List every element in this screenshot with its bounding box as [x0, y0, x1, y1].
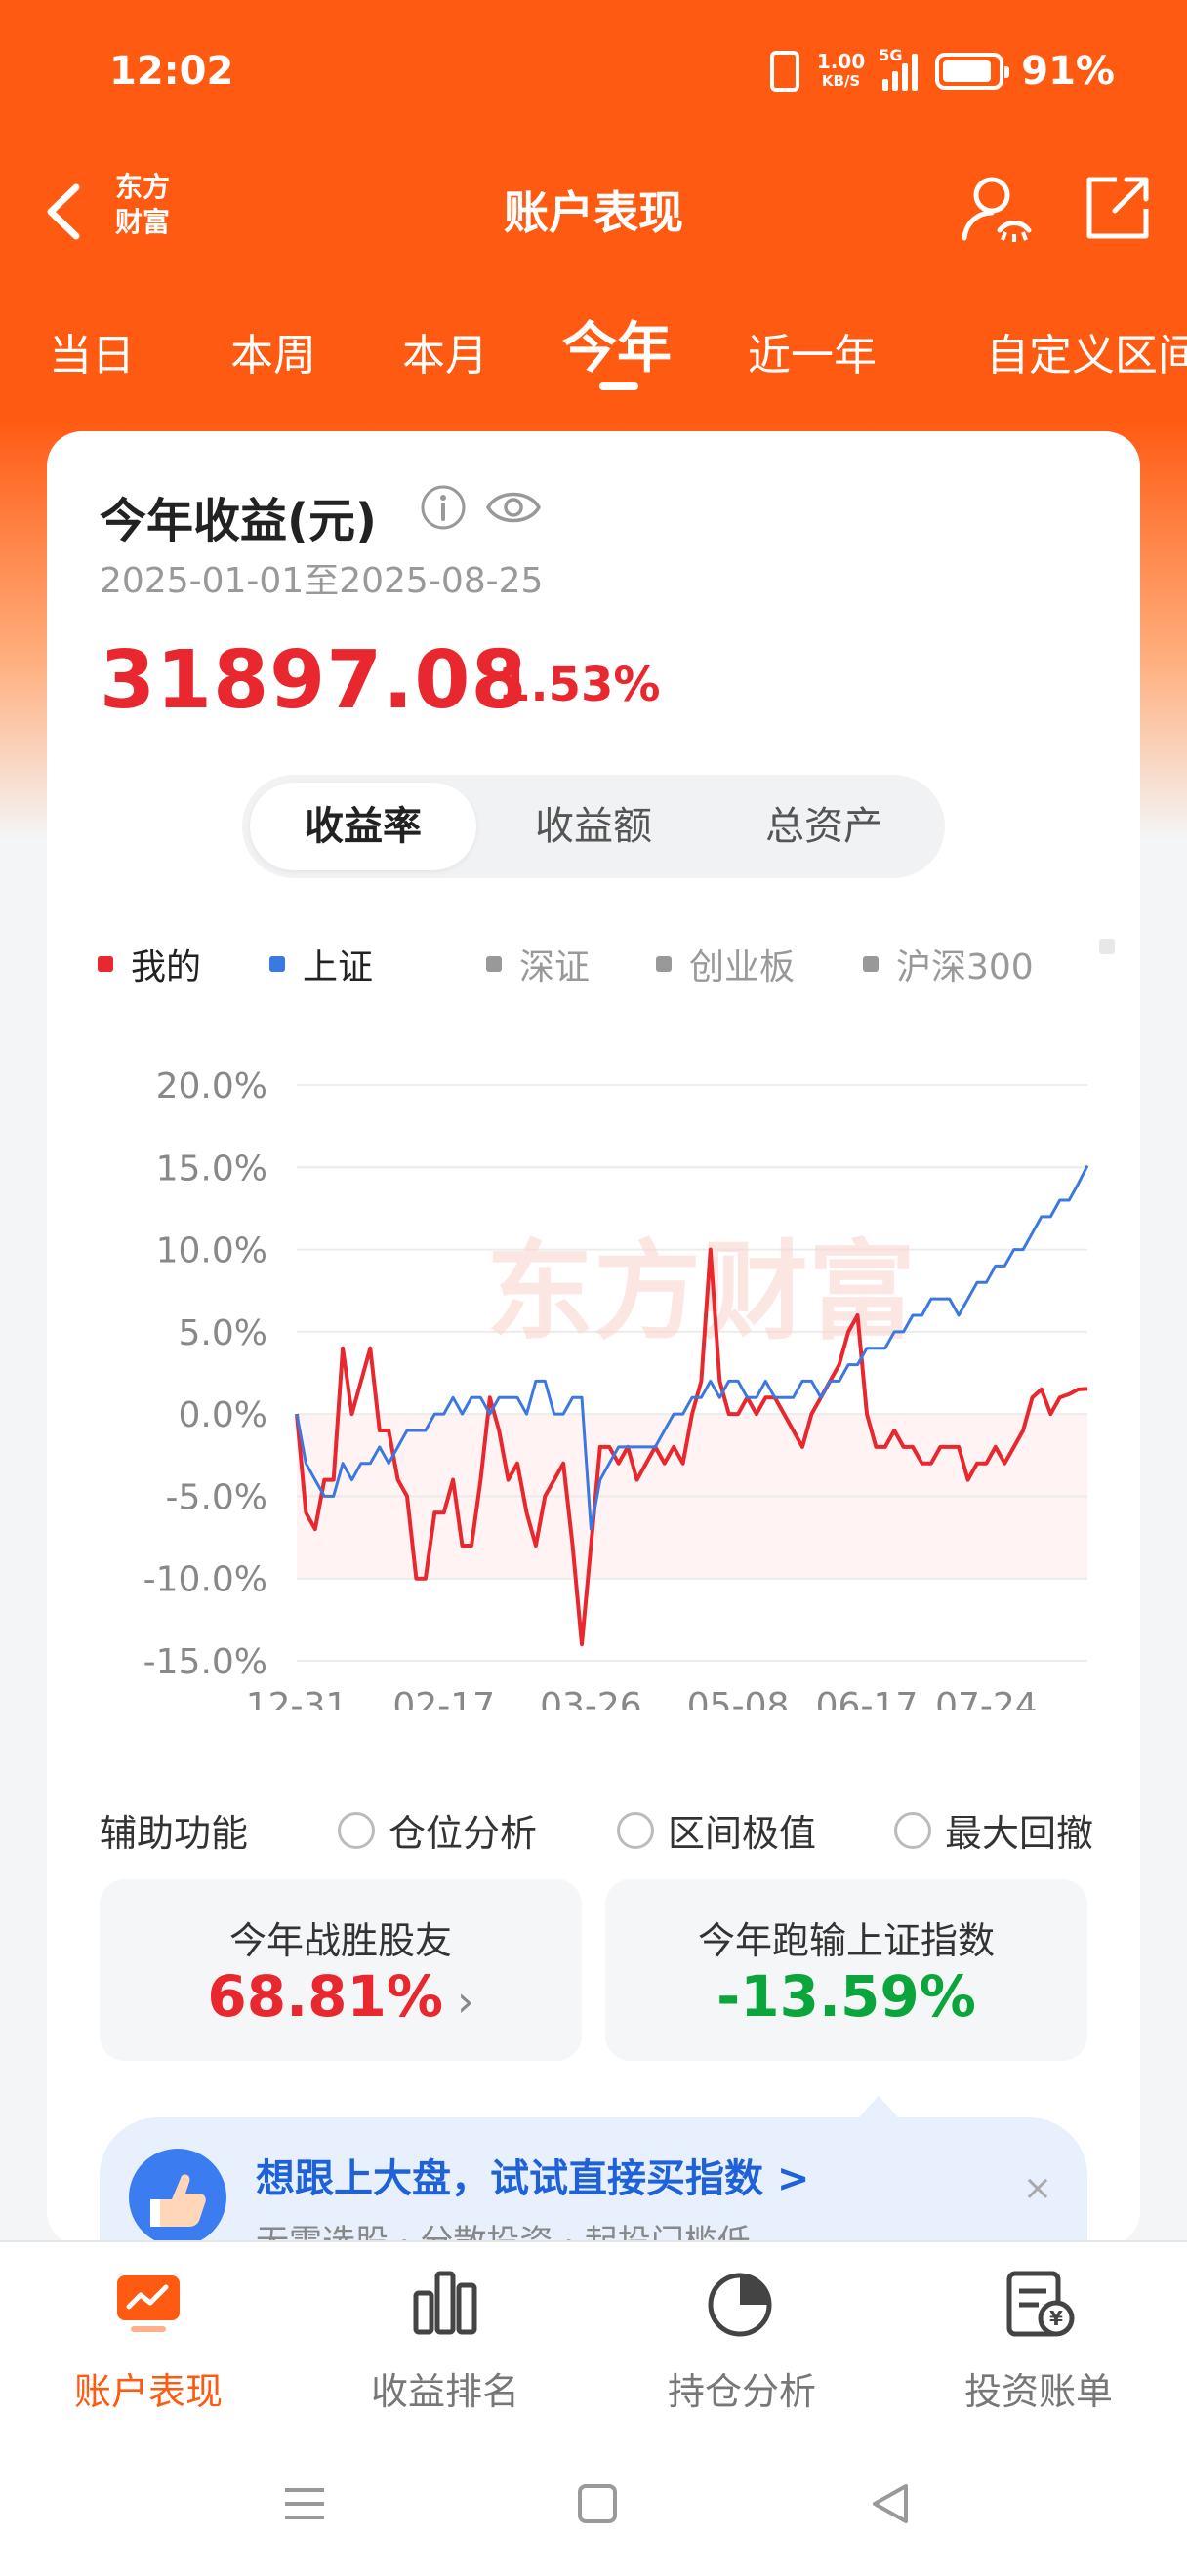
y-tick-label: -10.0% — [143, 1560, 267, 1600]
tab-custom-range[interactable]: 自定义区间 — [986, 320, 1187, 382]
y-tick-label: -15.0% — [143, 1642, 267, 1682]
back-icon[interactable] — [861, 2475, 920, 2533]
profit-amount: 31897.08 — [100, 634, 528, 727]
battery-percent: 91% — [1021, 49, 1115, 94]
legend-swatch-shenzhen — [486, 956, 502, 972]
system-nav-bar — [0, 2435, 1187, 2576]
nav-account-performance[interactable]: 账户表现 — [0, 2264, 297, 2415]
performance-chart-icon — [117, 2275, 180, 2332]
date-range: 2025-01-01至2025-08-25 — [100, 561, 544, 601]
status-time: 12:02 — [109, 49, 234, 94]
tab-this-year[interactable]: 今年 — [562, 304, 672, 383]
metric-segmented-control: 收益率 收益额 总资产 — [242, 775, 945, 878]
option-max-drawdown[interactable]: 最大回撤 — [894, 1803, 1093, 1857]
x-tick-label: 12-31 — [246, 1686, 348, 1710]
legend-more[interactable] — [1099, 939, 1132, 954]
network-speed: 1.00 KB/S — [817, 52, 865, 91]
pie-chart-icon — [708, 2273, 772, 2337]
legend-swatch-csi300 — [863, 956, 879, 972]
active-tab-indicator — [599, 382, 638, 390]
legend-swatch-more — [1099, 939, 1115, 954]
performance-card: 今年收益(元) 2025-01-01至2025-08-25 31897.08 1… — [47, 431, 1140, 2246]
legend-shenzhen[interactable]: 深证 — [486, 939, 590, 989]
legend-swatch-shanghai — [269, 956, 285, 972]
nav-investment-bill[interactable]: ¥ 投资账单 — [890, 2264, 1187, 2415]
status-icons: 1.00 KB/S 5G 91% — [769, 46, 1115, 94]
beat-peers-label: 今年战胜股友 — [228, 1919, 452, 1962]
seg-return-rate[interactable]: 收益率 — [250, 783, 476, 870]
tab-week[interactable]: 本周 — [230, 320, 316, 382]
app-header: 东方 财富 账户表现 — [0, 156, 1187, 263]
x-tick-label: 03-26 — [540, 1686, 642, 1710]
option-range-extremes[interactable]: 区间极值 — [617, 1803, 816, 1857]
profit-percent: 1.53% — [498, 658, 661, 712]
net-speed-unit: KB/S — [821, 72, 861, 90]
vs-index-label: 今年跑输上证指数 — [697, 1919, 995, 1962]
y-tick-label: 20.0% — [156, 1067, 267, 1107]
beat-peers-stat[interactable]: 今年战胜股友 68.81% › — [100, 1879, 582, 2061]
y-tick-label: 15.0% — [156, 1148, 267, 1188]
nav-holdings-analysis[interactable]: 持仓分析 — [594, 2264, 890, 2415]
legend-csi300[interactable]: 沪深300 — [863, 939, 1034, 989]
promo-pointer — [857, 2096, 900, 2119]
vs-index-value: -13.59% — [716, 1963, 976, 2030]
bar-chart-icon — [413, 2271, 477, 2335]
index-fund-promo[interactable]: 想跟上大盘，试试直接买指数 > 无需选股 · 分散投资 · 起投门槛低 × — [100, 2117, 1087, 2246]
x-tick-label: 06-17 — [816, 1686, 919, 1710]
menu-icon[interactable] — [275, 2475, 334, 2533]
signal-icon: 5G — [879, 46, 919, 91]
status-bar: 12:02 1.00 KB/S 5G 91% — [0, 0, 1187, 146]
share-icon[interactable] — [1078, 170, 1156, 248]
bill-icon: ¥ — [1006, 2271, 1075, 2337]
y-tick-label: 10.0% — [156, 1231, 267, 1271]
home-icon[interactable] — [568, 2475, 627, 2533]
battery-icon — [935, 53, 1010, 90]
battery-fill — [943, 60, 992, 82]
seg-total-assets[interactable]: 总资产 — [711, 783, 937, 870]
radio-icon — [894, 1811, 931, 1849]
seg-return-amount[interactable]: 收益额 — [480, 783, 707, 870]
close-icon[interactable]: × — [1023, 2168, 1052, 2208]
net-speed-value: 1.00 — [816, 50, 866, 73]
tab-last-year[interactable]: 近一年 — [748, 320, 877, 382]
beat-peers-value: 68.81% › — [207, 1963, 474, 2030]
eye-icon[interactable] — [484, 482, 543, 533]
radio-icon — [338, 1811, 375, 1849]
x-tick-label: 07-24 — [935, 1686, 1038, 1710]
nav-return-ranking[interactable]: 收益排名 — [297, 2264, 594, 2415]
legend-shanghai[interactable]: 上证 — [269, 939, 373, 989]
vs-index-stat: 今年跑输上证指数 -13.59% — [605, 1879, 1087, 2061]
option-position-analysis[interactable]: 仓位分析 — [338, 1803, 537, 1857]
x-tick-label: 05-08 — [687, 1686, 790, 1710]
y-tick-label: 5.0% — [179, 1313, 267, 1353]
x-tick-label: 02-17 — [392, 1686, 495, 1710]
aux-label: 辅助功能 — [100, 1812, 249, 1855]
chart-watermark: 东方财富 — [486, 1229, 916, 1354]
radio-icon — [617, 1811, 654, 1849]
promo-title[interactable]: 想跟上大盘，试试直接买指数 > — [256, 2147, 809, 2203]
aux-functions: 辅助功能 仓位分析 区间极值 最大回撤 — [100, 1797, 1134, 1866]
thumbs-up-icon — [129, 2149, 226, 2246]
legend-swatch-mine — [98, 956, 113, 972]
chevron-right-icon: › — [456, 1977, 474, 2027]
user-privacy-icon[interactable] — [957, 170, 1035, 248]
profit-title: 今年收益(元) — [100, 494, 377, 548]
chart-legend: 我的 上证 深证 创业板 沪深300 — [98, 939, 1132, 997]
tab-month[interactable]: 本月 — [402, 320, 488, 382]
period-tabs: 当日 本周 本月 今年 近一年 自定义区间 — [0, 293, 1187, 400]
y-tick-label: -5.0% — [166, 1477, 267, 1517]
svg-text:¥: ¥ — [1049, 2307, 1063, 2330]
return-chart: 20.0% 15.0% 10.0% 5.0% 0.0% -5.0% -10.0% -15.0%… — [143, 1067, 1089, 1710]
bottom-nav: 账户表现 收益排名 持仓分析 ¥ 投资账单 — [0, 2240, 1187, 2435]
legend-mine[interactable]: 我的 — [98, 939, 201, 989]
tab-today[interactable]: 当日 — [49, 320, 135, 382]
legend-swatch-chinext — [656, 956, 672, 972]
legend-chinext[interactable]: 创业板 — [656, 939, 795, 989]
net-type: 5G — [879, 46, 903, 64]
vibrate-icon — [769, 51, 799, 92]
y-tick-label: 0.0% — [179, 1395, 267, 1435]
info-icon[interactable] — [418, 482, 469, 533]
